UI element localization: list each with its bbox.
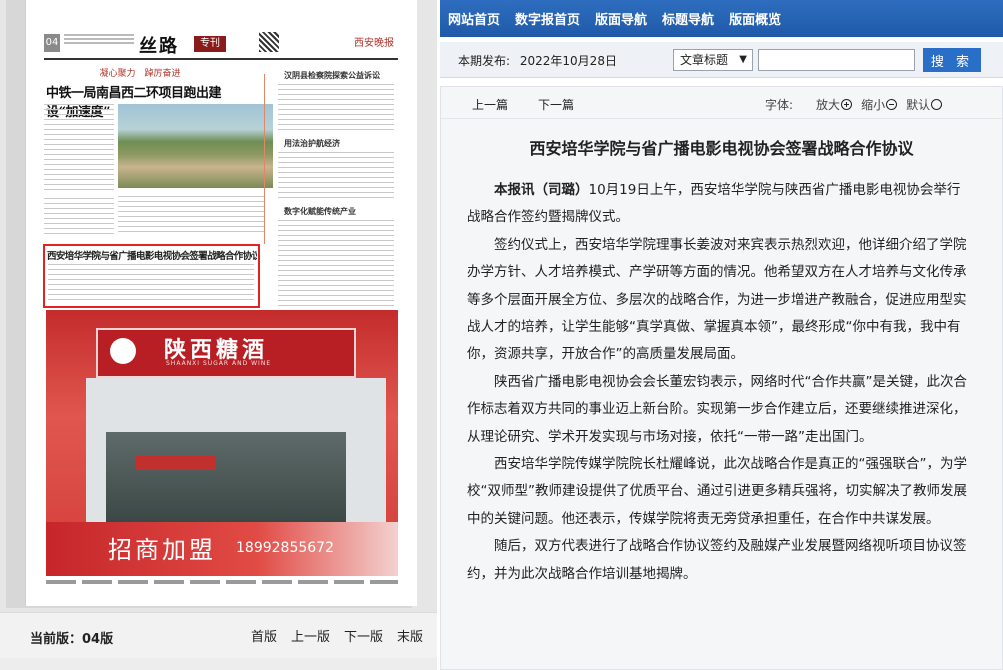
paper-footer	[46, 580, 398, 584]
masthead-rule	[44, 58, 398, 60]
epaper-page: 04 丝路 专刊 西安晚报 凝心聚力 踔厉奋进 中铁一局南昌西二环项目跑出建设“…	[0, 0, 1003, 670]
top-nav: 网站首页 数字报首页 版面导航 标题导航 版面概览	[440, 0, 1003, 37]
nav-title-nav[interactable]: 标题导航	[662, 9, 714, 28]
ad-phone: 18992855672	[236, 540, 334, 556]
prev-edition-link[interactable]: 上一版	[291, 626, 330, 645]
right-headline[interactable]: 用法治护航经济	[284, 138, 340, 149]
zoom-out-label: 缩小	[861, 98, 886, 112]
ad-storefront	[106, 432, 346, 522]
banner-subtitle: 凝心聚力 踔厉奋进	[99, 69, 181, 79]
paper-area: 04 丝路 专刊 西安晚报 凝心聚力 踔厉奋进 中铁一局南昌西二环项目跑出建设“…	[0, 0, 437, 612]
issue-date-value: 2022年10月28日	[519, 54, 617, 68]
ad-brand-english: SHAANXI SUGAR AND WINE	[166, 360, 272, 367]
nav-page-nav[interactable]: 版面导航	[595, 9, 647, 28]
article-toolbar: 上一篇 下一篇 字体: 放大 缩小 默认	[441, 87, 1002, 119]
zoom-in-button[interactable]: 放大	[816, 96, 853, 113]
article-body: 本报讯（司璐）10月19日上午，西安培华学院与陕西省广播电影电视协会举行战略合作…	[467, 177, 967, 588]
font-label: 字体:	[765, 98, 794, 112]
highlighted-article-title[interactable]: 西安培华学院与省广播电影电视协会签署战略合作协议	[47, 248, 257, 262]
current-edition: 当前版：04版	[30, 632, 114, 647]
right-masthead: 西安晚报	[354, 38, 394, 49]
zoom-out-button[interactable]: 缩小	[861, 96, 898, 113]
default-size-button[interactable]: 默认	[906, 96, 943, 113]
nav-page-overview[interactable]: 版面概览	[729, 9, 781, 28]
next-edition-link[interactable]: 下一版	[344, 626, 383, 645]
text-column	[118, 196, 264, 236]
issue-label: 本期发布:	[458, 54, 511, 68]
article-pane: 网站首页 数字报首页 版面导航 标题导航 版面概览 本期发布: 2022年10月…	[440, 0, 1003, 670]
right-headline[interactable]: 数字化赋能传统产业	[284, 206, 356, 217]
article-paragraph: 随后，双方代表进行了战略合作协议签约及融媒产业发展暨网络视听项目协议签约，并为此…	[467, 538, 967, 582]
qr-code-icon	[259, 32, 279, 52]
article-byline: 本报讯（司璐）	[494, 182, 589, 198]
article-title: 西安培华学院与省广播电影电视协会签署战略合作协议	[529, 139, 914, 158]
text-column	[278, 84, 394, 134]
paper-masthead: 04 丝路 专刊 西安晚报	[44, 32, 398, 62]
search-button[interactable]: 搜 索	[923, 48, 981, 72]
article-paragraph: 签约仪式上，西安培华学院理事长姜波对来宾表示热烈欢迎，他详细介绍了学院办学方针、…	[467, 236, 967, 363]
nav-epaper-home[interactable]: 数字报首页	[515, 9, 580, 28]
right-headline[interactable]: 汉阴县检察院探索公益诉讼	[284, 70, 380, 81]
advertisement[interactable]: 陕西糖酒 SHAANXI SUGAR AND WINE 招商加盟 1899285…	[46, 310, 398, 576]
article-paragraph: 陕西省广播电影电视协会会长董宏钧表示，网络时代“合作共赢”是关键，此次合作标志着…	[467, 373, 967, 445]
paper-page-number: 04	[44, 34, 60, 52]
search-input[interactable]	[758, 49, 915, 71]
prev-article-link[interactable]: 上一篇	[472, 96, 508, 113]
text-column	[44, 198, 114, 238]
search-field-value: 文章标题	[680, 53, 729, 67]
masthead-small-text	[64, 34, 134, 52]
plus-circle-icon	[841, 99, 853, 110]
search-bar: 本期发布: 2022年10月28日 文章标题 ▼ 搜 索	[440, 42, 1003, 78]
side-label-rule	[264, 74, 270, 244]
circle-icon	[931, 99, 943, 110]
page-status-bar: 当前版：04版 首版 上一版 下一版 末版	[0, 612, 437, 658]
first-edition-link[interactable]: 首版	[251, 626, 277, 645]
newspaper-page-image[interactable]: 04 丝路 专刊 西安晚报 凝心聚力 踔厉奋进 中铁一局南昌西二环项目跑出建设“…	[25, 0, 417, 606]
brand-logo-icon	[110, 338, 136, 364]
last-edition-link[interactable]: 末版	[397, 626, 423, 645]
construction-photo	[118, 104, 273, 188]
text-column	[278, 220, 394, 306]
text-column	[48, 264, 254, 304]
font-size-controls: 字体: 放大 缩小 默认	[765, 96, 943, 113]
nav-site-home[interactable]: 网站首页	[448, 9, 500, 28]
issue-date: 本期发布: 2022年10月28日	[458, 52, 617, 69]
text-column	[44, 104, 114, 194]
minus-circle-icon	[886, 99, 898, 110]
article-panel: 上一篇 下一篇 字体: 放大 缩小 默认 西安培华学院与省广播电影电视协会签署战…	[440, 86, 1003, 670]
page-viewer: 04 丝路 专刊 西安晚报 凝心聚力 踔厉奋进 中铁一局南昌西二环项目跑出建设“…	[0, 0, 437, 670]
text-column	[278, 152, 394, 202]
article-paragraph: 西安培华学院传媒学院院长杜耀峰说，此次战略合作是真正的“强强联合”，为学校“双师…	[467, 456, 967, 527]
masthead-logo: 丝路	[139, 36, 179, 57]
ad-cta-band	[46, 522, 398, 576]
default-size-label: 默认	[906, 98, 931, 112]
zoom-in-label: 放大	[816, 98, 841, 112]
next-article-link[interactable]: 下一篇	[538, 96, 574, 113]
ad-shop-sign	[136, 456, 216, 470]
section-tag: 专刊	[194, 36, 226, 52]
search-field-select[interactable]: 文章标题 ▼	[673, 49, 753, 71]
article-paragraph: 本报讯（司璐）10月19日上午，西安培华学院与陕西省广播电影电视协会举行战略合作…	[467, 177, 967, 232]
edition-pager: 首版 上一版 下一版 末版	[251, 626, 423, 645]
chevron-down-icon: ▼	[739, 54, 747, 65]
ad-cta-text: 招商加盟	[108, 536, 216, 564]
